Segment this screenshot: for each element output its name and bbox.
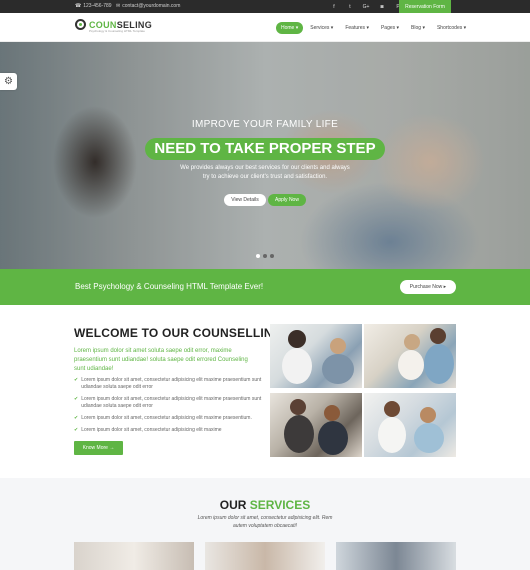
nav-features[interactable]: Features ▾ <box>340 22 374 34</box>
logo-tagline: Psychology & Counseling HTML Template <box>89 29 145 33</box>
mail-icon: ✉ <box>116 3 121 9</box>
check-icon: ✔ <box>74 396 79 402</box>
main-nav: Home ▾ Services ▾ Features ▾ Pages ▾ Blo… <box>276 22 471 34</box>
slider-dot-3[interactable] <box>270 254 274 258</box>
know-more-button[interactable]: Know More → <box>74 441 123 455</box>
nav-blog[interactable]: Blog ▾ <box>406 22 430 34</box>
hero-subtitle: IMPROVE YOUR FAMILY LIFE <box>191 119 339 130</box>
facebook-icon[interactable]: f <box>326 0 342 13</box>
logo[interactable]: COUNSELING Psychology & Counseling HTML … <box>75 19 153 33</box>
counseling-photo-1 <box>270 324 362 388</box>
services-section: OUR SERVICES Lorem ipsum dolor sit amet,… <box>0 478 530 570</box>
check-icon: ✔ <box>74 377 79 383</box>
reservation-form-button[interactable]: Reservation Form <box>399 0 451 13</box>
site-header: COUNSELING Psychology & Counseling HTML … <box>0 13 530 42</box>
phone-icon: ☎ <box>75 3 82 9</box>
list-item: ✔ Lorem ipsum dolor sit amet, consectetur… <box>74 415 252 421</box>
counseling-photo-4 <box>364 393 456 457</box>
settings-gear-icon[interactable]: ⚙ <box>0 73 17 90</box>
email-address[interactable]: contact@yourdomain.com <box>122 3 180 9</box>
nav-pages[interactable]: Pages ▾ <box>376 22 404 34</box>
slider-dot-1[interactable] <box>256 254 260 258</box>
nav-services[interactable]: Services ▾ <box>305 22 338 34</box>
welcome-bullets: ✔ Lorem ipsum dolor sit amet, consectetur… <box>74 377 264 439</box>
list-item: ✔ Lorem ipsum dolor sit amet, consectetur… <box>74 427 222 433</box>
check-icon: ✔ <box>74 415 79 421</box>
promo-banner: Best Psychology & Counseling HTML Templa… <box>0 269 530 305</box>
purchase-now-button[interactable]: Purchase Now ▸ <box>400 280 456 294</box>
google-plus-icon[interactable]: G+ <box>358 0 374 13</box>
logo-text: COUNSELING <box>89 19 153 30</box>
service-image-3[interactable] <box>336 542 456 570</box>
hero-slider: ⚙ IMPROVE YOUR FAMILY LIFE NEED TO TAKE … <box>0 42 530 269</box>
banner-text: Best Psychology & Counseling HTML Templa… <box>75 282 264 291</box>
counseling-photo-3 <box>270 393 362 457</box>
apply-now-button[interactable]: Apply Now <box>268 194 306 206</box>
hero-title: NEED TO TAKE PROPER STEP <box>145 138 385 160</box>
slider-dots <box>256 254 274 258</box>
list-item: ✔ Lorem ipsum dolor sit amet, consectetur… <box>74 396 262 409</box>
top-bar: ☎ 123-456-789 ✉ contact@yourdomain.com f… <box>0 0 530 13</box>
welcome-lead: Lorem ipsum dolor sit amet soluta saepe … <box>74 348 248 372</box>
nav-shortcodes[interactable]: Shortcodes ▾ <box>432 22 471 34</box>
hero-text: We provides always our best services for… <box>180 165 350 180</box>
logo-mark-icon <box>75 19 86 30</box>
services-subtitle: Lorem ipsum dolor sit amet, consectetur … <box>197 515 333 529</box>
nav-home[interactable]: Home ▾ <box>276 22 304 34</box>
twitter-icon[interactable]: t <box>342 0 358 13</box>
email-contact[interactable]: ✉ contact@yourdomain.com <box>116 3 180 9</box>
view-details-button[interactable]: View Details <box>224 194 266 206</box>
service-image-2[interactable] <box>205 542 325 570</box>
check-icon: ✔ <box>74 427 79 433</box>
phone-number: 123-456-789 <box>83 3 112 9</box>
phone-contact: ☎ 123-456-789 <box>75 3 112 9</box>
counseling-photo-2 <box>364 324 456 388</box>
welcome-title: WELCOME TO OUR COUNSELLING <box>74 326 283 340</box>
instagram-icon[interactable]: ◙ <box>374 0 390 13</box>
service-image-1[interactable] <box>74 542 194 570</box>
slider-dot-2[interactable] <box>263 254 267 258</box>
list-item: ✔ Lorem ipsum dolor sit amet, consectetur… <box>74 377 262 390</box>
services-title: OUR SERVICES <box>219 498 311 512</box>
